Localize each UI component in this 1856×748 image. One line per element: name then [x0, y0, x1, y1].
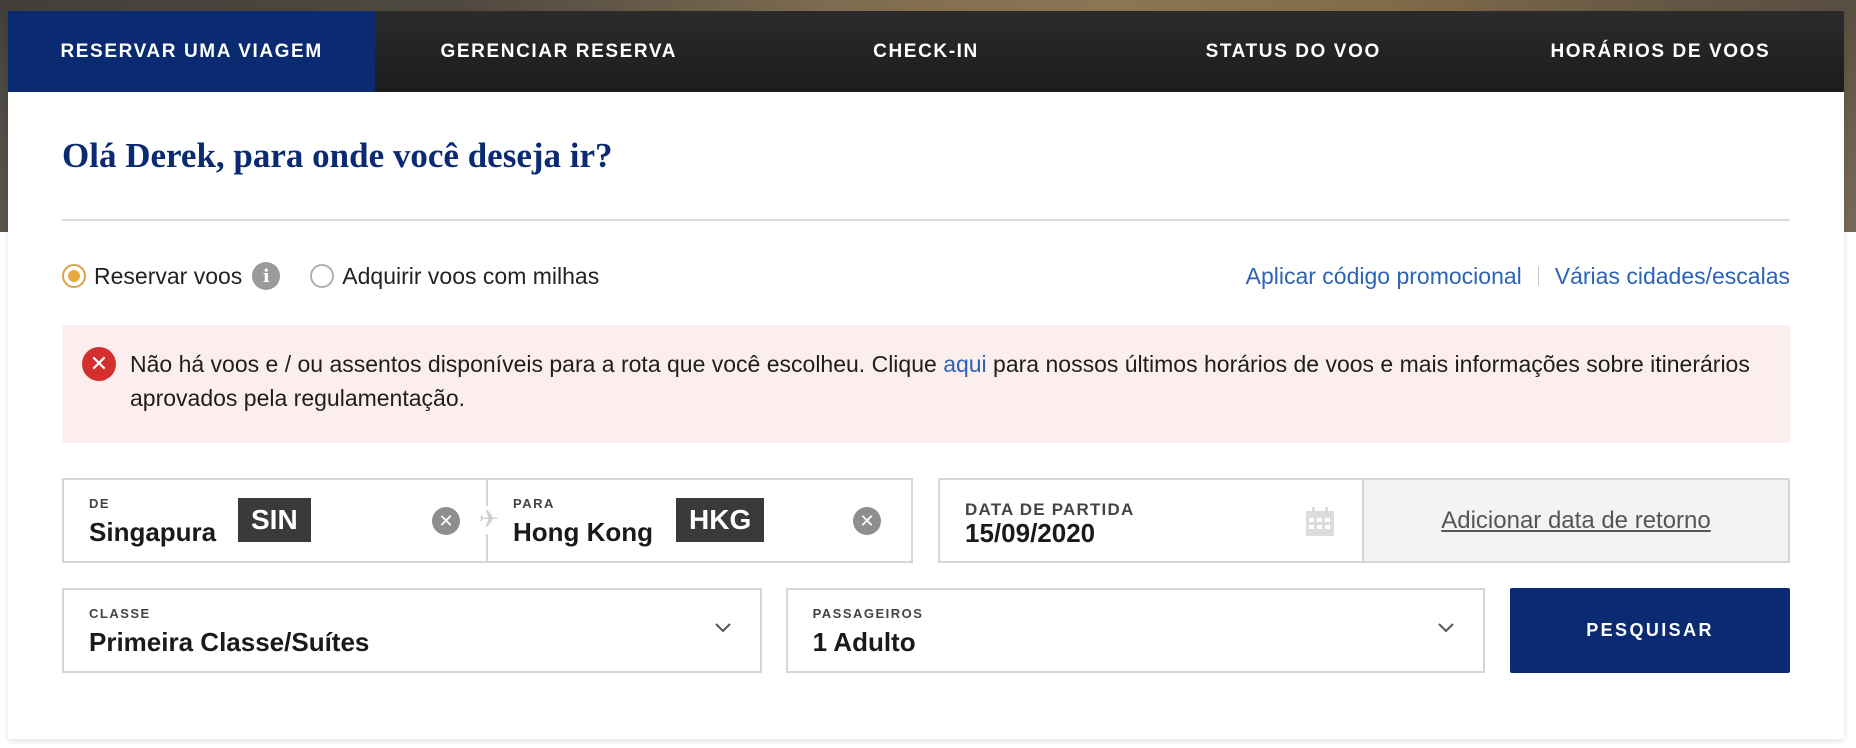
tab-book-trip[interactable]: RESERVAR UMA VIAGEM: [8, 11, 376, 92]
calendar-icon[interactable]: [1304, 506, 1336, 538]
error-icon: ✕: [82, 347, 116, 381]
passengers-select[interactable]: PASSAGEIROS 1 Adulto: [785, 588, 1486, 673]
multi-city-link[interactable]: Várias cidades/escalas: [1555, 263, 1790, 290]
departure-label: DATA DE PARTIDA: [965, 500, 1135, 519]
booking-type-radio-group: Reservar voos i Adquirir voos com milhas: [62, 262, 629, 290]
chevron-down-icon[interactable]: [1437, 622, 1455, 634]
chevron-down-icon[interactable]: [714, 622, 732, 634]
search-button[interactable]: PESQUISAR: [1510, 588, 1790, 673]
to-label: PARA: [513, 496, 555, 511]
tab-flight-schedules[interactable]: HORÁRIOS DE VOOS: [1477, 11, 1844, 92]
tab-flight-status[interactable]: STATUS DO VOO: [1110, 11, 1477, 92]
booking-widget: RESERVAR UMA VIAGEM GERENCIAR RESERVA CH…: [8, 11, 1844, 739]
tab-manage-booking[interactable]: GERENCIAR RESERVA: [375, 11, 742, 92]
departure-date-field[interactable]: DATA DE PARTIDA 15/09/2020: [938, 478, 1364, 563]
to-city: Hong Kong: [513, 517, 654, 547]
to-airport-code: HKG: [676, 498, 765, 542]
alert-text-before: Não há voos e / ou assentos disponíveis …: [130, 351, 944, 377]
add-return-date-button[interactable]: Adicionar data de retorno: [1364, 478, 1790, 563]
booking-options: Reservar voos i Adquirir voos com milhas…: [62, 221, 1790, 327]
airplane-icon: ✈: [475, 506, 503, 534]
radio-redeem-miles-label: Adquirir voos com milhas: [342, 262, 600, 289]
class-passengers-row: CLASSE Primeira Classe/Suítes PASSAGEIRO…: [62, 588, 1790, 673]
greeting-title: Olá Derek, para onde você deseja ir?: [62, 136, 613, 175]
link-separator: [1537, 266, 1539, 286]
widget-content: Olá Derek, para onde você deseja ir? Res…: [8, 92, 1844, 673]
promo-code-link[interactable]: Aplicar código promocional: [1246, 263, 1522, 290]
class-label: CLASSE: [89, 606, 151, 621]
tab-check-in[interactable]: CHECK-IN: [742, 11, 1109, 92]
alert-here-link[interactable]: aqui: [943, 351, 986, 377]
from-label: DE: [89, 496, 111, 511]
radio-book-flights-label: Reservar voos: [94, 262, 243, 289]
alert-message: Não há voos e / ou assentos disponíveis …: [130, 347, 1770, 421]
radio-book-flights[interactable]: Reservar voos i: [62, 262, 281, 290]
option-links: Aplicar código promocional Várias cidade…: [1246, 263, 1790, 290]
departure-date-value: 15/09/2020: [965, 518, 1096, 548]
passengers-value: 1 Adulto: [812, 627, 916, 657]
to-field[interactable]: ✈ PARA Hong Kong HKG ✕: [475, 478, 913, 563]
class-select[interactable]: CLASSE Primeira Classe/Suítes: [62, 588, 762, 673]
passengers-label: PASSAGEIROS: [812, 606, 924, 621]
info-icon[interactable]: i: [252, 262, 281, 290]
from-field[interactable]: DE Singapura SIN ✕: [62, 478, 488, 563]
route-date-row: DE Singapura SIN ✕ ✈ PARA Hong Kong HKG …: [62, 478, 1790, 563]
radio-unchecked-indicator[interactable]: [310, 264, 335, 288]
radio-checked-indicator[interactable]: [62, 264, 86, 288]
booking-nav: RESERVAR UMA VIAGEM GERENCIAR RESERVA CH…: [8, 11, 1844, 92]
class-value: Primeira Classe/Suítes: [89, 627, 370, 657]
error-alert: ✕ Não há voos e / ou assentos disponívei…: [62, 325, 1790, 443]
from-city: Singapura: [89, 517, 217, 547]
from-airport-code: SIN: [238, 498, 311, 542]
clear-from-icon[interactable]: ✕: [432, 507, 460, 535]
radio-redeem-miles[interactable]: Adquirir voos com milhas: [310, 263, 599, 290]
clear-to-icon[interactable]: ✕: [853, 507, 881, 535]
